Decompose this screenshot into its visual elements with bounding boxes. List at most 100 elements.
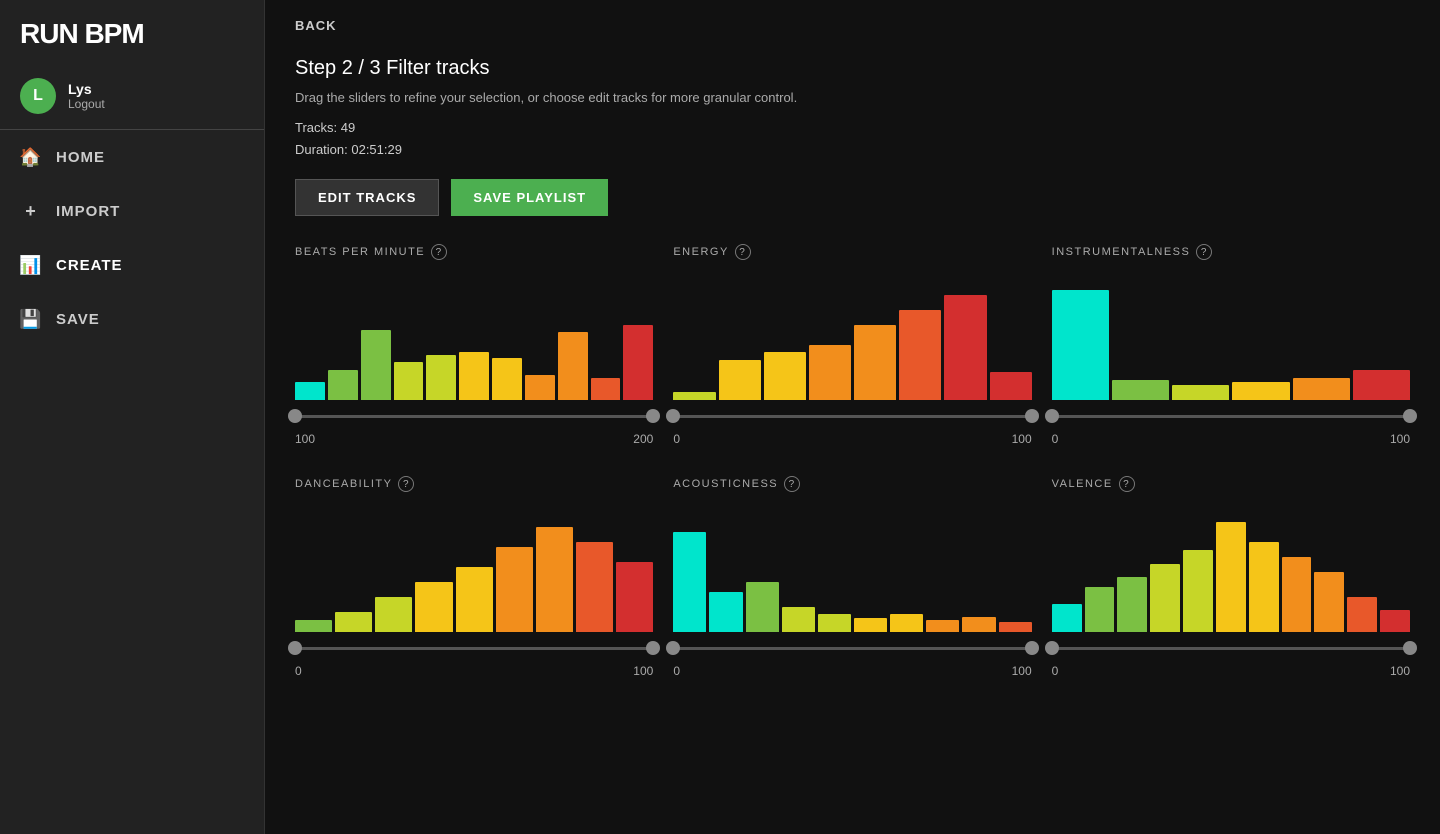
slider-thumb-left-energy[interactable] bbox=[666, 409, 680, 423]
slider-min-bpm: 100 bbox=[295, 432, 315, 446]
slider-thumb-right-instrumentalness[interactable] bbox=[1403, 409, 1417, 423]
chart-energy: ENERGY ? 0 100 bbox=[673, 244, 1031, 446]
nav-label-import: IMPORT bbox=[56, 203, 120, 220]
slider-energy[interactable] bbox=[673, 406, 1031, 426]
chart-title-bpm: BEATS PER MINUTE bbox=[295, 246, 425, 258]
bar-bpm-10 bbox=[623, 325, 653, 400]
bar-valence-10 bbox=[1380, 610, 1410, 632]
bar-danceability-2 bbox=[375, 597, 412, 632]
slider-thumb-right-acousticness[interactable] bbox=[1025, 641, 1039, 655]
slider-max-instrumentalness: 100 bbox=[1390, 432, 1410, 446]
bar-acousticness-2 bbox=[746, 582, 779, 632]
bar-bpm-6 bbox=[492, 358, 522, 400]
help-icon-danceability[interactable]: ? bbox=[398, 476, 414, 492]
save-icon: 💾 bbox=[20, 308, 42, 330]
bar-valence-6 bbox=[1249, 542, 1279, 632]
edit-tracks-button[interactable]: EDIT TRACKS bbox=[295, 179, 439, 216]
user-info: Lys Logout bbox=[68, 81, 105, 111]
bar-energy-6 bbox=[944, 295, 986, 400]
chart-title-energy: ENERGY bbox=[673, 246, 728, 258]
slider-thumb-left-danceability[interactable] bbox=[288, 641, 302, 655]
slider-thumb-left-instrumentalness[interactable] bbox=[1045, 409, 1059, 423]
chart-instrumentalness: INSTRUMENTALNESS ? 0 100 bbox=[1052, 244, 1410, 446]
bar-chart-valence bbox=[1052, 502, 1410, 632]
help-icon-bpm[interactable]: ? bbox=[431, 244, 447, 260]
logout-link[interactable]: Logout bbox=[68, 97, 105, 111]
slider-max-acousticness: 100 bbox=[1012, 664, 1032, 678]
slider-labels-danceability: 0 100 bbox=[295, 664, 653, 678]
bar-acousticness-3 bbox=[782, 607, 815, 632]
bar-bpm-0 bbox=[295, 382, 325, 400]
help-icon-valence[interactable]: ? bbox=[1119, 476, 1135, 492]
bar-acousticness-1 bbox=[709, 592, 742, 632]
chart-label-danceability: DANCEABILITY ? bbox=[295, 476, 653, 492]
slider-min-valence: 0 bbox=[1052, 664, 1059, 678]
slider-danceability[interactable] bbox=[295, 638, 653, 658]
bar-energy-7 bbox=[990, 372, 1032, 400]
help-icon-energy[interactable]: ? bbox=[735, 244, 751, 260]
chart-title-danceability: DANCEABILITY bbox=[295, 478, 392, 490]
duration: Duration: 02:51:29 bbox=[295, 139, 1410, 161]
slider-min-instrumentalness: 0 bbox=[1052, 432, 1059, 446]
slider-labels-valence: 0 100 bbox=[1052, 664, 1410, 678]
chart-label-instrumentalness: INSTRUMENTALNESS ? bbox=[1052, 244, 1410, 260]
slider-max-energy: 100 bbox=[1012, 432, 1032, 446]
bar-danceability-8 bbox=[616, 562, 653, 632]
bar-chart-energy bbox=[673, 270, 1031, 400]
slider-thumb-right-energy[interactable] bbox=[1025, 409, 1039, 423]
bar-instrumentalness-1 bbox=[1112, 380, 1169, 400]
step-subtitle: Drag the sliders to refine your selectio… bbox=[295, 90, 1410, 105]
slider-thumb-left-valence[interactable] bbox=[1045, 641, 1059, 655]
bar-valence-5 bbox=[1216, 522, 1246, 632]
slider-thumb-right-danceability[interactable] bbox=[646, 641, 660, 655]
avatar: L bbox=[20, 78, 56, 114]
slider-valence[interactable] bbox=[1052, 638, 1410, 658]
bar-acousticness-5 bbox=[854, 618, 887, 632]
bar-chart-danceability bbox=[295, 502, 653, 632]
chart-label-valence: VALENCE ? bbox=[1052, 476, 1410, 492]
bar-danceability-6 bbox=[536, 527, 573, 632]
action-buttons: EDIT TRACKS SAVE PLAYLIST bbox=[295, 179, 1410, 216]
slider-thumb-right-valence[interactable] bbox=[1403, 641, 1417, 655]
slider-thumb-left-bpm[interactable] bbox=[288, 409, 302, 423]
slider-bpm[interactable] bbox=[295, 406, 653, 426]
slider-track-valence bbox=[1052, 647, 1410, 650]
bar-acousticness-6 bbox=[890, 614, 923, 632]
sidebar-item-home[interactable]: 🏠 HOME bbox=[0, 130, 264, 184]
slider-thumb-right-bpm[interactable] bbox=[646, 409, 660, 423]
bar-acousticness-9 bbox=[999, 622, 1032, 632]
bar-bpm-2 bbox=[361, 330, 391, 400]
user-name: Lys bbox=[68, 81, 105, 97]
bar-bpm-9 bbox=[591, 378, 621, 400]
slider-instrumentalness[interactable] bbox=[1052, 406, 1410, 426]
sidebar: RUN BPM L Lys Logout 🏠 HOME + IMPORT 📊 C… bbox=[0, 0, 265, 834]
bar-energy-2 bbox=[764, 352, 806, 400]
create-icon: 📊 bbox=[20, 254, 42, 276]
chart-acousticness: ACOUSTICNESS ? 0 100 bbox=[673, 476, 1031, 678]
chart-title-instrumentalness: INSTRUMENTALNESS bbox=[1052, 246, 1191, 258]
sidebar-item-import[interactable]: + IMPORT bbox=[0, 184, 264, 238]
chart-title-acousticness: ACOUSTICNESS bbox=[673, 478, 778, 490]
chart-label-energy: ENERGY ? bbox=[673, 244, 1031, 260]
bar-valence-1 bbox=[1085, 587, 1115, 632]
help-icon-instrumentalness[interactable]: ? bbox=[1196, 244, 1212, 260]
bar-energy-0 bbox=[673, 392, 715, 400]
bar-danceability-7 bbox=[576, 542, 613, 632]
slider-max-bpm: 200 bbox=[633, 432, 653, 446]
bar-valence-3 bbox=[1150, 564, 1180, 632]
save-playlist-button[interactable]: SAVE PLAYLIST bbox=[451, 179, 608, 216]
sidebar-item-create[interactable]: 📊 CREATE bbox=[0, 238, 264, 292]
slider-acousticness[interactable] bbox=[673, 638, 1031, 658]
chart-label-bpm: BEATS PER MINUTE ? bbox=[295, 244, 653, 260]
slider-min-acousticness: 0 bbox=[673, 664, 680, 678]
bar-valence-0 bbox=[1052, 604, 1082, 632]
back-button[interactable]: BACK bbox=[295, 18, 337, 33]
help-icon-acousticness[interactable]: ? bbox=[784, 476, 800, 492]
slider-thumb-left-acousticness[interactable] bbox=[666, 641, 680, 655]
chart-danceability: DANCEABILITY ? 0 100 bbox=[295, 476, 653, 678]
bar-energy-3 bbox=[809, 345, 851, 400]
slider-track-bpm bbox=[295, 415, 653, 418]
sidebar-item-save[interactable]: 💾 SAVE bbox=[0, 292, 264, 346]
bar-energy-5 bbox=[899, 310, 941, 400]
bar-acousticness-0 bbox=[673, 532, 706, 632]
